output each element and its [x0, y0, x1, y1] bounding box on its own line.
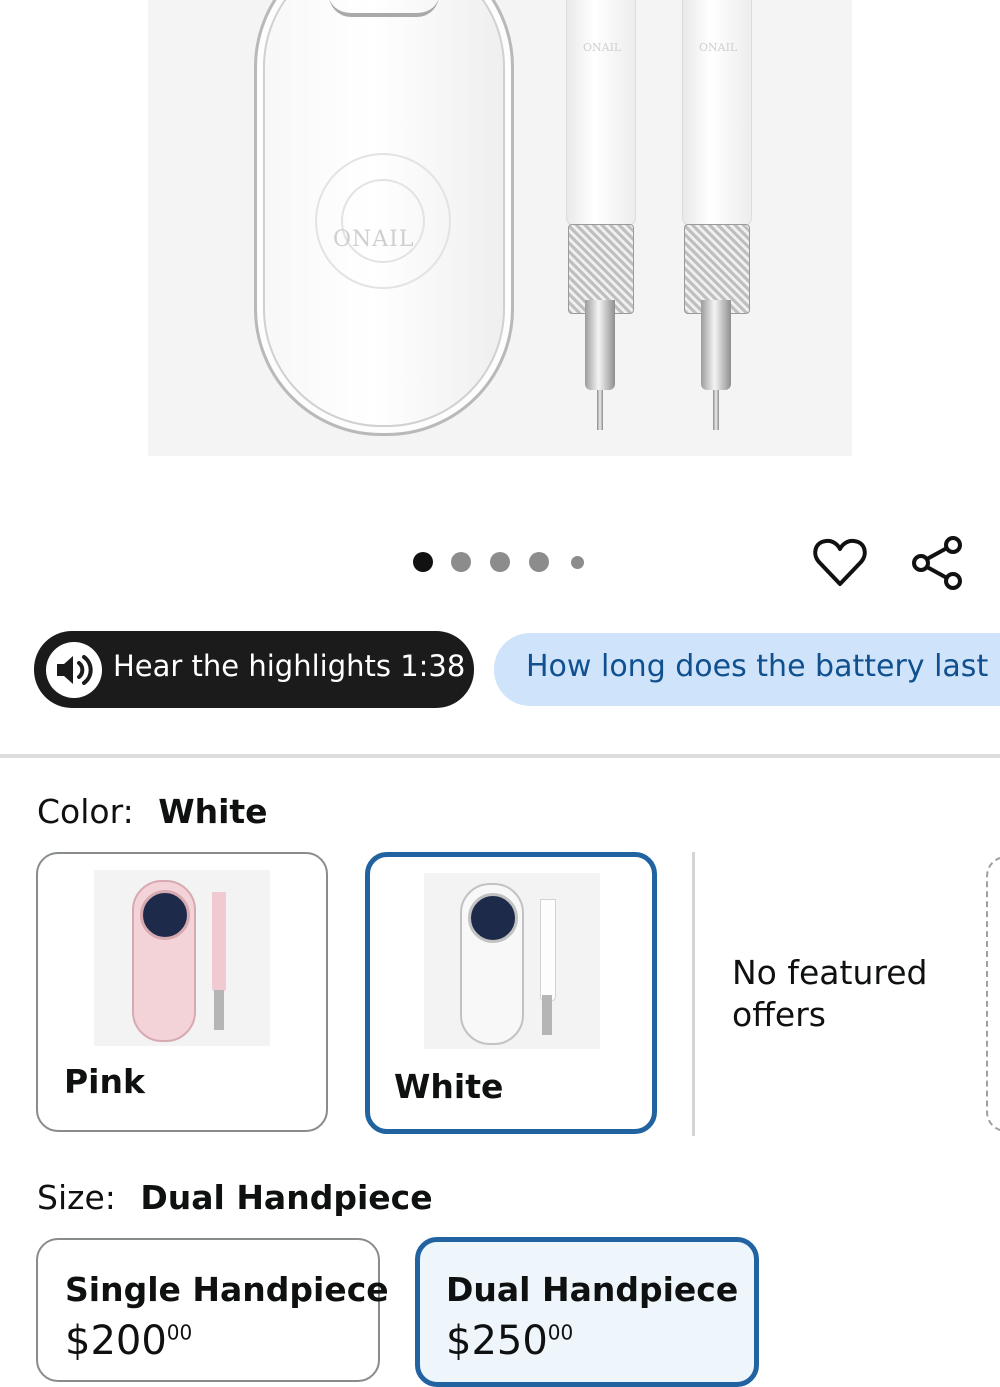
size-option-name: Single Handpiece [65, 1270, 389, 1309]
hear-highlights-button[interactable]: Hear the highlights 1:38 [34, 631, 474, 708]
display-window-edge [329, 0, 439, 17]
size-label: Size: [37, 1178, 116, 1217]
handpiece-1-brand: ONAIL [583, 41, 622, 54]
size-option-price: $25000 [446, 1318, 574, 1364]
section-divider [0, 754, 1000, 758]
no-featured-offers-text: No featured offers [732, 953, 928, 1034]
handpiece-2-body: ONAIL [682, 0, 752, 226]
heart-icon[interactable] [812, 534, 868, 590]
carousel-dot[interactable] [529, 552, 549, 572]
carousel-dot-active[interactable] [413, 552, 433, 572]
share-icon[interactable] [908, 534, 966, 592]
handpiece-2-brand: ONAIL [699, 41, 738, 54]
hear-highlights-label: Hear the highlights 1:38 [113, 649, 466, 683]
color-selected-value: White [158, 792, 268, 831]
suggested-question-label: How long does the battery last p [526, 649, 1000, 684]
offers-divider [692, 852, 695, 1136]
drill-base-unit: ONAIL [254, 0, 514, 436]
next-offer-card-edge[interactable] [986, 856, 1000, 1132]
color-label: Color: [37, 792, 134, 831]
product-image[interactable]: ONAIL ONAIL ONAIL [148, 0, 852, 456]
color-option-name: White [394, 1067, 504, 1106]
color-label-row: Color: White [37, 792, 268, 831]
size-label-row: Size: Dual Handpiece [37, 1178, 433, 1217]
color-option-white[interactable]: White [365, 852, 657, 1134]
carousel-dot[interactable] [451, 552, 471, 572]
size-option-name: Dual Handpiece [446, 1270, 739, 1309]
size-option-dual-handpiece[interactable]: Dual Handpiece $25000 [415, 1237, 759, 1387]
size-option-single-handpiece[interactable]: Single Handpiece $20000 [36, 1238, 389, 1382]
handpiece-2-neck [701, 300, 731, 390]
handpiece-1-neck [585, 300, 615, 390]
pink-product-thumbnail [94, 870, 270, 1046]
handpiece-2-bit [713, 390, 719, 430]
handpiece-1-body: ONAIL [566, 0, 636, 226]
size-selected-value: Dual Handpiece [140, 1178, 433, 1217]
suggested-question-chip[interactable]: How long does the battery last p [494, 633, 1000, 706]
carousel-dot[interactable] [490, 552, 510, 572]
size-option-price: $20000 [65, 1318, 193, 1364]
color-option-name: Pink [64, 1062, 145, 1101]
brand-logo: ONAIL [333, 227, 415, 252]
carousel-dot[interactable] [571, 556, 584, 569]
handpiece-1-bit [597, 390, 603, 430]
color-option-pink[interactable]: Pink [36, 852, 328, 1132]
speaker-icon [46, 642, 102, 698]
white-product-thumbnail [424, 873, 600, 1049]
